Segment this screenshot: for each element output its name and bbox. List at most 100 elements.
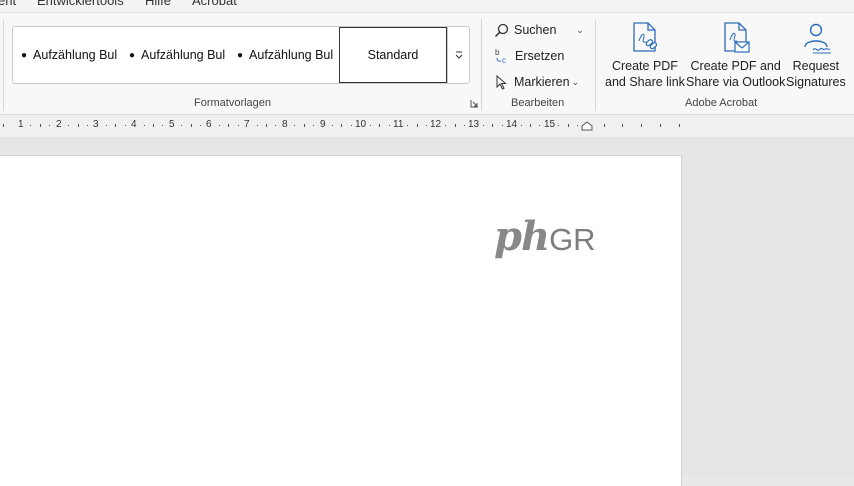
select-button[interactable]: Markieren ⌄ [494,71,579,93]
ruler-tick [379,124,380,127]
ruler-tick [622,124,623,127]
bullet-icon: ● [129,49,136,61]
ruler-tick [577,125,578,126]
ruler-tick [568,124,569,127]
ruler-number: 8 [282,119,288,130]
request-signatures-label-1: Request [792,59,840,73]
search-button-label: Suchen [514,23,557,37]
ruler-tick [257,125,258,126]
replace-button-label: Ersetzen [515,49,565,63]
ruler-tick [679,124,680,127]
style-item[interactable]: ● Aufzählung Bul [237,27,342,83]
ruler-tick [219,125,220,126]
ruler-tick [332,125,333,126]
ruler-number: 14 [506,119,518,130]
style-item-label: Aufzählung Bul [249,48,334,62]
ruler-tick [464,125,465,126]
ruler-tick [539,125,540,126]
ribbon-tab-bar: ent Entwicklertools Hilfe Acrobat [0,0,854,13]
create-pdf-share-outlook-button[interactable]: Create PDF and Share via Outlook [686,21,785,90]
ruler-tick [275,125,276,126]
chevron-down-icon: ⌄ [571,76,580,87]
ruler-tick [660,124,661,127]
ruler-number: 15 [544,119,556,130]
bullet-icon: ● [237,49,244,61]
dialog-launcher-icon[interactable] [470,99,479,108]
ruler-tick [341,124,342,127]
ruler-tick [266,124,267,127]
ruler-tick [87,125,88,126]
pdf-mail-icon [724,22,750,53]
ruler-tick [181,125,182,126]
horizontal-ruler[interactable]: 1 2 3 4 5 6 7 8 9 10 11 12 13 14 15 [0,115,854,137]
ruler-number: 7 [244,119,250,130]
signature-icon [804,23,831,54]
ruler-tick [200,125,201,126]
tab-entwicklertools[interactable]: Entwicklertools [37,0,124,8]
style-item-standard[interactable]: Standard [339,27,447,83]
phgr-logo: phGR [494,213,596,260]
create-pdf-share-link-button[interactable]: Create PDF and Share link [605,21,685,90]
request-signatures-button[interactable]: Request Signatures [786,21,846,90]
replace-button[interactable]: b c Ersetzen [494,45,564,67]
svg-text:b: b [495,48,500,57]
group-separator [3,19,4,111]
style-item[interactable]: ● Aufzählung Bul [21,27,126,83]
create-pdf-share-link-label-2: and Share link [605,75,685,89]
create-pdf-share-outlook-label-1: Create PDF and [690,59,781,73]
select-button-label: Markieren [514,75,570,89]
search-button[interactable]: Suchen ⌄ [494,19,584,41]
ruler-tick [228,124,229,127]
ruler-tick [502,125,503,126]
ruler-tick [153,124,154,127]
ruler-tick [3,124,4,127]
ruler-tick [558,125,559,126]
request-signatures-label-2: Signatures [786,75,846,89]
ruler-tick [351,125,352,126]
ruler-tick [49,125,50,126]
style-item-label: Aufzählung Bul [33,48,118,62]
logo-suffix-text: GR [549,222,596,257]
ruler-tick [144,125,145,126]
svg-text:c: c [502,56,506,64]
ruler-tick [304,124,305,127]
ruler-tick [492,124,493,127]
ruler-tick [313,125,314,126]
ruler-tick [641,124,642,127]
chevron-down-more-icon [455,51,462,59]
ruler-tick [162,125,163,126]
ruler-number: 3 [93,119,99,130]
ruler-number: 10 [355,119,367,130]
document-canvas[interactable]: phGR [0,137,854,486]
tab-hilfe[interactable]: Hilfe [145,0,171,8]
ruler-tick [604,124,605,127]
search-icon [494,23,509,37]
ruler-tick [483,125,484,126]
ruler-tick [68,125,69,126]
ruler-number: 9 [320,119,326,130]
ruler-number: 4 [131,119,137,130]
style-item[interactable]: ● Aufzählung Bul [129,27,234,83]
tab-insert-partial[interactable]: ent [0,0,16,8]
tab-acrobat[interactable]: Acrobat [192,0,237,8]
ruler-tick [115,124,116,127]
ruler-tick [521,125,522,126]
pdf-link-icon [633,22,658,52]
style-item-label: Standard [367,48,419,62]
document-page[interactable]: phGR [0,155,682,486]
ruler-number: 12 [430,119,442,130]
styles-gallery: ● Aufzählung Bul ● Aufzählung Bul ● Aufz… [12,26,470,84]
logo-main-text: ph [494,213,550,260]
indent-marker-icon[interactable] [581,121,593,131]
gallery-more-button[interactable] [447,27,469,83]
ruler-tick [30,125,31,126]
ruler-tick [407,125,408,126]
style-item-label: Aufzählung Bul [141,48,226,62]
ruler-tick [445,125,446,126]
group-label-formatvorlagen: Formatvorlagen [194,97,272,109]
ruler-tick [530,124,531,127]
ruler-tick [106,125,107,126]
bullet-icon: ● [21,49,28,61]
ruler-tick [191,124,192,127]
ruler-tick [370,125,371,126]
